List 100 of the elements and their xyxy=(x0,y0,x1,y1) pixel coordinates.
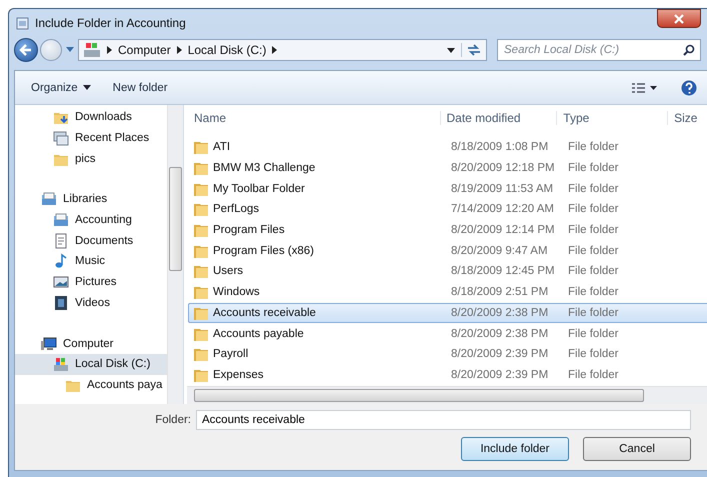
help-icon[interactable] xyxy=(681,80,697,96)
folder-icon xyxy=(193,222,209,238)
window-title: Include Folder in Accounting xyxy=(35,16,186,30)
folder-icon xyxy=(193,201,209,218)
file-row[interactable]: BMW M3 Challenge 8/20/2009 12:18 PM File folder xyxy=(188,158,707,178)
toolbar-button[interactable]: Organize xyxy=(29,78,93,96)
file-row[interactable]: Accounts receivable 8/20/2009 2:38 PM File folder xyxy=(188,302,707,324)
file-row[interactable]: My Toolbar Folder 8/19/2009 11:53 AM File folder xyxy=(188,178,707,200)
folder-dialog-icon xyxy=(16,16,30,30)
nav-item[interactable]: Music xyxy=(15,251,167,272)
date-cell-text: 8/20/2009 2:39 PM xyxy=(450,368,550,381)
type-cell-text: File folder xyxy=(567,328,620,340)
scrollbar[interactable] xyxy=(187,386,707,404)
search-icon xyxy=(683,44,695,56)
cancel-button[interactable]: Cancel xyxy=(583,437,691,461)
recent-icon xyxy=(53,130,69,146)
nav-item[interactable]: Libraries xyxy=(15,189,167,210)
file-name: Program Files (x86) xyxy=(213,244,314,257)
file-row[interactable]: Payroll 8/20/2009 2:39 PM File folder xyxy=(188,344,707,365)
nav-label: Downloads xyxy=(75,111,132,124)
videos-icon xyxy=(53,294,69,311)
nav-label: Pictures xyxy=(75,276,117,288)
chevron-icon xyxy=(176,46,182,54)
close-icon xyxy=(674,14,684,24)
file-row[interactable]: Program Files 8/20/2009 12:14 PM File folder xyxy=(188,220,707,240)
date-cell-text: 8/19/2009 11:53 AM xyxy=(450,182,554,195)
nav-label: Accounting xyxy=(75,214,132,226)
file-name: Accounts receivable xyxy=(213,306,316,319)
nav-item[interactable]: Videos xyxy=(15,292,167,314)
close-button[interactable] xyxy=(657,9,701,28)
file-name: Windows xyxy=(213,286,260,298)
back-button[interactable] xyxy=(14,38,38,62)
date-cell-text: 7/14/2009 12:20 AM xyxy=(450,203,555,216)
folder-icon xyxy=(193,160,209,176)
file-name: ATI xyxy=(213,141,230,154)
nav-item[interactable]: pics xyxy=(15,148,167,170)
nav-item[interactable]: Downloads xyxy=(15,107,167,128)
chevron-icon xyxy=(272,46,278,54)
drive-icon xyxy=(83,42,101,58)
file-row[interactable]: ATI 8/18/2009 1:08 PM File folder xyxy=(188,137,707,158)
date-cell-text: 8/20/2009 12:14 PM xyxy=(450,224,556,236)
scroll-thumb[interactable] xyxy=(194,389,644,402)
back-arrow-icon xyxy=(19,43,33,57)
nav-item[interactable]: Accounting xyxy=(15,210,167,230)
column-header[interactable]: Size xyxy=(667,111,707,125)
nav-item[interactable]: Pictures xyxy=(15,272,167,292)
file-name: Accounts payable xyxy=(213,328,304,340)
date-cell-text: 8/18/2009 12:45 PM xyxy=(450,265,556,278)
nav-label: Documents xyxy=(75,234,134,247)
nav-item[interactable]: Recent Places xyxy=(15,128,167,148)
address-bar[interactable]: Computer Local Disk (C:) xyxy=(78,39,487,61)
nav-item[interactable]: Documents xyxy=(15,230,167,252)
nav-item[interactable]: Local Disk (C:) xyxy=(15,354,167,375)
nav-label: Local Disk (C:) xyxy=(75,358,150,370)
type-cell-text: File folder xyxy=(567,182,620,195)
breadcrumb[interactable]: Local Disk (C:) xyxy=(188,43,266,57)
column-header[interactable]: Name xyxy=(184,111,440,125)
drive-icon xyxy=(53,356,69,372)
column-header[interactable]: Type xyxy=(556,111,668,125)
library-icon xyxy=(53,212,69,228)
type-cell-text: File folder xyxy=(567,244,620,257)
include-folder-button[interactable]: Include folder xyxy=(461,437,569,461)
file-row[interactable]: PerfLogs 7/14/2009 12:20 AM File folder xyxy=(188,199,707,220)
date-cell-text: 8/20/2009 2:39 PM xyxy=(450,348,550,360)
folder-icon xyxy=(193,139,209,156)
date-cell-text: 8/20/2009 2:38 PM xyxy=(450,328,550,340)
type-cell-text: File folder xyxy=(567,368,620,381)
type-cell-text: File folder xyxy=(567,306,620,319)
search-field[interactable]: Search Local Disk (C:) xyxy=(497,39,701,61)
nav-item[interactable]: Computer xyxy=(15,333,167,354)
file-row[interactable]: Users 8/18/2009 12:45 PM File folder xyxy=(188,261,707,282)
date-cell-text: 8/18/2009 1:08 PM xyxy=(450,141,550,154)
view-options-icon[interactable] xyxy=(631,82,657,94)
file-name: Program Files xyxy=(213,224,285,236)
toolbar-button[interactable]: New folder xyxy=(110,78,170,96)
folder-icon xyxy=(193,263,209,280)
chevron-icon xyxy=(107,46,112,54)
file-row[interactable]: Expenses 8/20/2009 2:39 PM File folder xyxy=(188,364,707,386)
dropdown-icon[interactable] xyxy=(447,48,455,52)
nav-label: Accounts paya xyxy=(87,378,162,391)
caret-icon xyxy=(82,85,91,90)
type-cell-text: File folder xyxy=(567,141,620,154)
file-row[interactable]: Accounts payable 8/20/2009 2:38 PM File folder xyxy=(188,323,707,344)
column-header[interactable]: Date modified xyxy=(440,111,556,125)
refresh-icon[interactable] xyxy=(461,43,482,57)
file-row[interactable]: Windows 8/18/2009 2:51 PM File folder xyxy=(188,282,707,302)
nav-item[interactable]: Accounts paya xyxy=(15,374,167,396)
nav-label: pics xyxy=(75,152,96,165)
date-cell-text: 8/20/2009 2:38 PM xyxy=(450,306,550,319)
type-cell-text: File folder xyxy=(567,162,620,174)
file-name: Expenses xyxy=(213,368,264,381)
folder-field[interactable]: Accounts receivable xyxy=(196,410,691,430)
file-name: PerfLogs xyxy=(213,203,260,216)
scroll-thumb[interactable] xyxy=(169,167,182,271)
file-row[interactable]: Program Files (x86) 8/20/2009 9:47 AM File folder xyxy=(188,240,707,262)
scrollbar[interactable] xyxy=(167,105,183,404)
library-icon xyxy=(41,191,57,208)
nav-label: Recent Places xyxy=(75,132,150,144)
breadcrumb[interactable]: Computer xyxy=(118,43,171,57)
date-cell-text: 8/20/2009 9:47 AM xyxy=(450,244,549,257)
